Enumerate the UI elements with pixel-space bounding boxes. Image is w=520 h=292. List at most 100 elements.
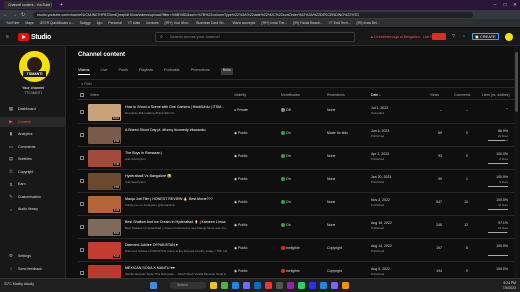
video-thumbnail[interactable]: 9:29 [88, 196, 121, 213]
bookmark-item[interactable]: Ajio [97, 21, 103, 25]
bookmark-item[interactable]: (99) Insta Bel... [357, 21, 380, 25]
bookmark-item[interactable]: (99+) Insta The... [261, 21, 287, 25]
photos-icon[interactable] [265, 282, 272, 289]
camera-icon[interactable] [276, 282, 283, 289]
tab-live[interactable]: Live [101, 68, 108, 75]
file-explorer-icon[interactable] [210, 282, 217, 289]
windows-icon[interactable] [150, 282, 157, 289]
channel-avatar[interactable]: TSMANTI [19, 51, 50, 82]
visibility-cell[interactable]: ◉ Public [234, 177, 248, 181]
close-icon[interactable]: ✕ [510, 0, 520, 10]
photoshop-icon[interactable] [320, 282, 327, 289]
col-restrictions[interactable]: Restrictions [327, 93, 345, 97]
store-icon[interactable] [243, 282, 250, 289]
row-checkbox[interactable] [80, 156, 84, 160]
taskbar-search[interactable]: Search [170, 282, 206, 289]
sidebar-item-analytics[interactable]: ▮ Analytics [0, 129, 66, 139]
whatsapp-icon[interactable] [298, 282, 305, 289]
vlc-icon[interactable] [342, 282, 349, 289]
table-row[interactable]: 9:29 Mauja Jutt Film | HONEST REVIEW 🔥 Be… [78, 193, 518, 216]
bookmark-item[interactable]: YT stats [128, 21, 140, 25]
help-icon[interactable]: ? [452, 34, 455, 40]
col-monetisation[interactable]: Monetisation [281, 93, 300, 97]
sidebar-item-settings[interactable]: ⚙ Settings [0, 251, 66, 261]
aftereffects-icon[interactable] [331, 282, 338, 289]
tab-playlists[interactable]: Playlists [139, 68, 153, 75]
row-checkbox[interactable] [80, 179, 84, 183]
sidebar-item-content[interactable]: ▶ Content [0, 116, 66, 127]
video-thumbnail[interactable]: 0:46 [88, 150, 121, 167]
col-visibility[interactable]: Visibility [234, 93, 246, 97]
new-tab-button[interactable]: + [56, 1, 67, 9]
table-row[interactable]: 8:54 Best Shallow And Ice Cream In Hydera… [78, 216, 518, 239]
sidebar-item-copyright[interactable]: © Copyright [0, 167, 66, 177]
video-thumbnail[interactable]: 0:59 [88, 127, 121, 144]
row-checkbox[interactable] [80, 225, 84, 229]
video-thumbnail[interactable]: 0:56 [88, 173, 121, 190]
table-row[interactable]: 10:16 How to Shoot a Scene with One Camer… [78, 101, 518, 124]
monetisation-status[interactable]: Off [286, 108, 291, 112]
notifications-icon[interactable]: ◔ [462, 34, 465, 40]
table-row[interactable]: 0:46 The Boys in Ramazan | Add description… [78, 147, 518, 170]
row-checkbox[interactable] [80, 133, 84, 137]
search-input[interactable]: ⌕ Search across your channel [155, 32, 355, 42]
sidebar-item-dashboard[interactable]: ▦ Dashboard [0, 104, 66, 114]
back-icon[interactable]: ← [3, 12, 9, 18]
video-title[interactable]: The Boys in Ramazan | [125, 151, 227, 155]
sidebar-item-customisation[interactable]: ✎ Customisation [0, 192, 66, 202]
row-checkbox[interactable] [80, 202, 84, 206]
sidebar-item-send-feedback[interactable]: ! Send feedback [0, 264, 66, 274]
url-field[interactable]: studio.youtube.com/channel/UCMJN07HFB7Dm… [33, 11, 473, 18]
weather-widget[interactable]: 31°C Mostly cloudy [4, 282, 34, 286]
visibility-cell[interactable]: ◉ Public [234, 223, 248, 227]
edge-icon[interactable] [232, 282, 239, 289]
table-row[interactable]: 5:32 Diamond Jubilee Of PAKISTAN ♥ Diamond… [78, 239, 518, 262]
sidebar-item-earn[interactable]: $ Earn [0, 179, 66, 189]
video-title[interactable]: Best Shallow And Ice Cream In Hyderabad … [125, 220, 227, 224]
col-comments[interactable]: Comments [454, 93, 470, 97]
sidebar-item-audio-library[interactable]: ♪ Audio library [0, 204, 66, 214]
bookmark-item[interactable]: YT Edit Tech... [329, 21, 351, 25]
video-title[interactable]: Mauja Jutt Film | HONEST REVIEW 🔥 Best M… [125, 197, 227, 201]
tab-videos[interactable]: Videos [78, 68, 90, 75]
visibility-cell[interactable]: ● Private [234, 108, 248, 112]
visibility-cell[interactable]: ◉ Public [234, 246, 248, 250]
visibility-cell[interactable]: ◉ Public [234, 200, 248, 204]
studio-logo[interactable]: Studio [18, 33, 51, 41]
chrome-icon[interactable] [221, 282, 228, 289]
video-thumbnail[interactable]: 8:54 [88, 219, 121, 236]
sidebar-item-subtitles[interactable]: ▤ Subtitles [0, 154, 66, 164]
filter-bar[interactable]: ≡ Filter [78, 79, 518, 88]
account-avatar[interactable] [505, 33, 513, 41]
monetisation-status[interactable]: On [286, 131, 291, 135]
monetisation-status[interactable]: Ineligible [286, 246, 300, 250]
bookmark-item[interactable]: YouTube [6, 21, 19, 25]
monetisation-status[interactable]: On [286, 154, 291, 158]
media-icon[interactable] [287, 282, 294, 289]
bookmark-item[interactable]: Business Card Sh... [196, 21, 226, 25]
video-title[interactable]: A Bheed Shoot Day pt. #funny #comedy #ba… [125, 128, 227, 132]
bookmark-item[interactable]: Invoices [146, 21, 158, 25]
video-title[interactable]: How to Shoot a Scene with One Camera | H… [125, 105, 227, 109]
row-checkbox[interactable] [80, 248, 84, 252]
visibility-cell[interactable]: ◉ Public [234, 269, 248, 273]
table-row[interactable]: 0:56 Hyderabadi Vs Bangalore 😂 Add descrip… [78, 170, 518, 193]
live-warning[interactable]: ▲ Livestream logs at Bengaluru - Live No… [370, 35, 437, 39]
mail-icon[interactable] [254, 282, 261, 289]
video-thumbnail[interactable]: 5:32 [88, 242, 121, 259]
monetisation-status[interactable]: Ineligible [286, 269, 300, 273]
video-title[interactable]: Hyderabadi Vs Bangalore 😂 [125, 174, 227, 178]
monetisation-status[interactable]: On [286, 200, 291, 204]
table-row[interactable]: 0:59 A Bheed Shoot Day pt. #funny #comedy… [78, 124, 518, 147]
monetisation-status[interactable]: On [286, 223, 291, 227]
bookmark-item[interactable]: Video concepts [232, 21, 255, 25]
video-title[interactable]: MEXICAN SODA X MANTU ♥♥ [125, 266, 227, 270]
tab-promotions[interactable]: Promotions [191, 68, 210, 75]
sidebar-item-comments[interactable]: ▭ Comments [0, 142, 66, 152]
bookmark-item[interactable]: (99) Facial Beauti... [293, 21, 322, 25]
visibility-cell[interactable]: ◉ Public [234, 131, 248, 135]
forward-icon[interactable]: → [12, 12, 18, 18]
create-button[interactable]: ▣ CREATE [472, 33, 499, 40]
minimize-icon[interactable]: – [490, 0, 500, 10]
bookmark-item[interactable]: Swiggy [80, 21, 91, 25]
